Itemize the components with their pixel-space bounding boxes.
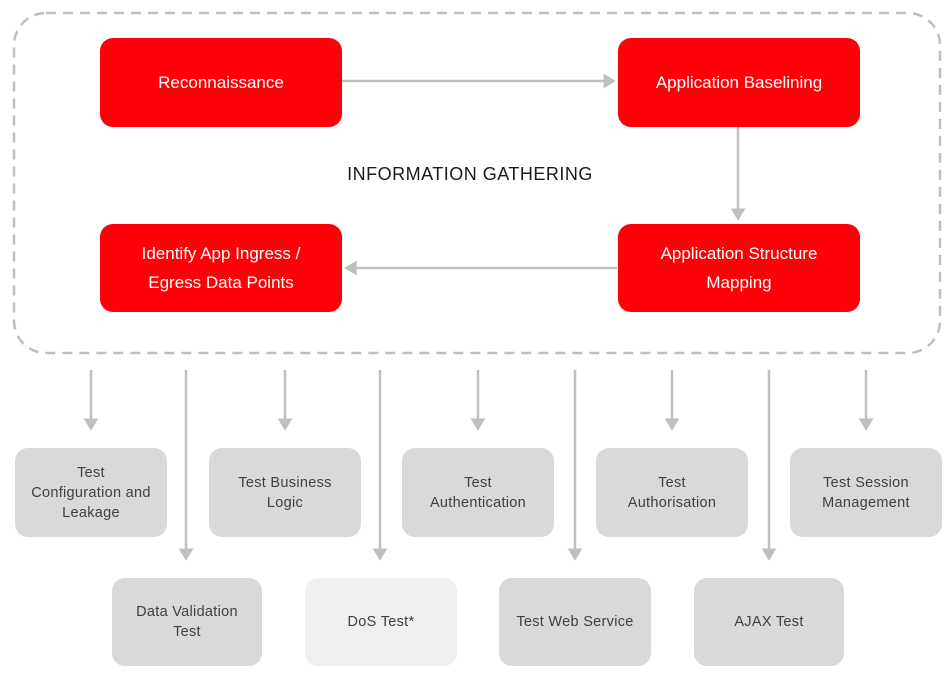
- test-web-service: Test Web Service: [499, 578, 651, 666]
- phase-identify-ingress-egress: Identify App Ingress / Egress Data Point…: [100, 224, 342, 312]
- test-authentication: Test Authentication: [402, 448, 554, 537]
- information-gathering-label: INFORMATION GATHERING: [347, 164, 593, 184]
- test-authorisation: Test Authorisation: [596, 448, 748, 537]
- pentest-methodology-diagram: INFORMATION GATHERING Reconnaissance App…: [0, 0, 952, 683]
- dos-test: DoS Test*: [305, 578, 457, 666]
- phase-label-line: Application Structure: [660, 244, 818, 263]
- phase-label-line: Mapping: [706, 273, 772, 292]
- phase-label-line: Reconnaissance: [158, 73, 284, 92]
- test-business-logic: Test Business Logic: [209, 448, 361, 537]
- phase-label-line: Egress Data Points: [148, 273, 294, 292]
- phase-reconnaissance: Reconnaissance: [100, 38, 342, 127]
- test-configuration-and-leakage: Test Configuration and Leakage: [15, 448, 167, 537]
- phase-application-baselining: Application Baselining: [618, 38, 860, 127]
- phase-label-line: Identify App Ingress /: [141, 244, 301, 263]
- data-validation-test: Data Validation Test: [112, 578, 262, 666]
- ajax-test: AJAX Test: [694, 578, 844, 666]
- phase-application-structure-mapping: Application Structure Mapping: [618, 224, 860, 312]
- test-session-management: Test Session Management: [790, 448, 942, 537]
- phase-label-line: Application Baselining: [655, 73, 823, 92]
